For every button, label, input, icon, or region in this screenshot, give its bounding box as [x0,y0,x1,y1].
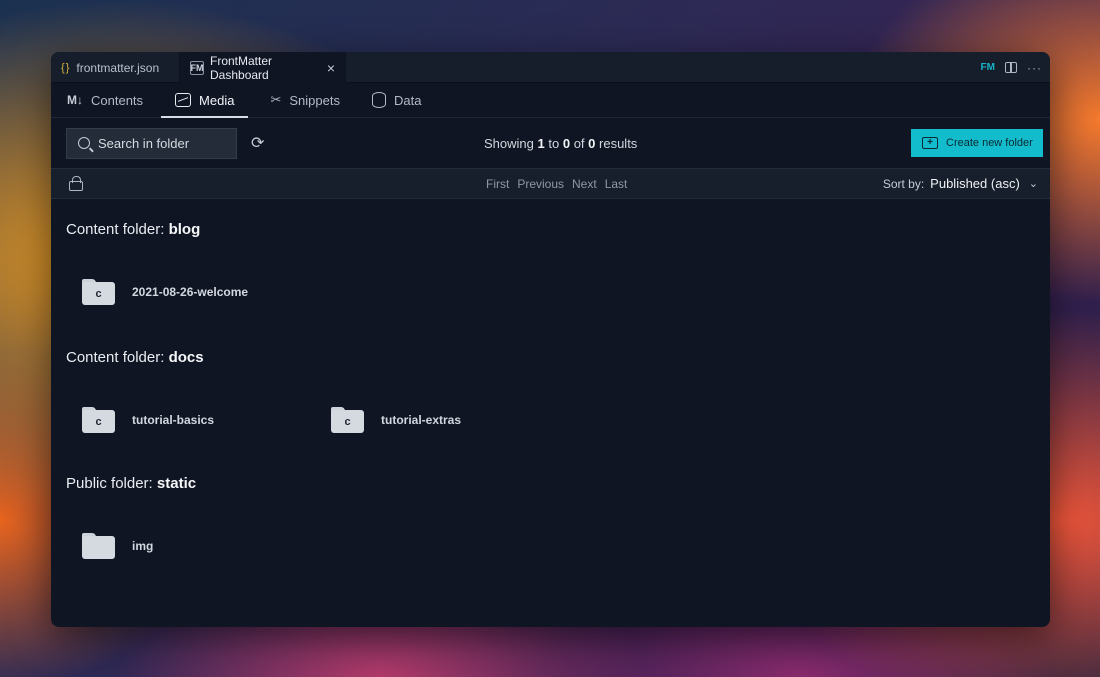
pager-first[interactable]: First [486,177,509,191]
nav-media[interactable]: Media [161,83,249,118]
close-icon[interactable]: × [327,60,335,76]
folder-row-static: img [66,511,1050,581]
folder-letter: c [331,410,364,433]
folder-name: tutorial-basics [132,413,215,427]
pager-last[interactable]: Last [605,177,628,191]
folder-item[interactable]: c 2021-08-26-welcome [66,279,315,305]
editor-tab-strip: { } frontmatter.json FM FrontMatter Dash… [51,52,1050,83]
folder-name: 2021-08-26-welcome [132,285,249,299]
section-title-static: Public folder: static [66,475,1050,495]
content-folder-icon: c [82,279,115,305]
folder-letter: c [82,282,115,305]
more-actions-icon[interactable]: ··· [1027,61,1042,75]
pager-previous[interactable]: Previous [517,177,564,191]
pager-next[interactable]: Next [572,177,597,191]
scissors-icon: ✂ [270,92,282,107]
nav-snippets[interactable]: ✂ Snippets [268,83,352,117]
split-editor-icon[interactable] [1005,62,1017,73]
folder-list: Content folder: blog c 2021-08-26-welcom… [51,199,1050,581]
create-new-folder-button[interactable]: + Create new folder [911,129,1043,157]
section-name: blog [168,221,201,238]
folder-letter [82,536,115,559]
sort-dropdown[interactable]: Sort by: Published (asc) ⌄ [883,176,1038,191]
frontmatter-window: { } frontmatter.json FM FrontMatter Dash… [51,52,1050,627]
folder-item[interactable]: c tutorial-basics [66,407,315,433]
nav-label: Snippets [289,92,340,108]
search-input[interactable] [98,135,228,151]
pagination-bar: First Previous Next Last Sort by: Publis… [51,168,1050,199]
section-prefix: Public folder: [66,475,153,492]
section-prefix: Content folder: [66,349,165,366]
nav-label: Media [199,92,235,108]
nav-label: Contents [91,92,144,108]
editor-actions: FM ··· [981,52,1042,83]
image-icon [175,93,192,107]
media-toolbar: ⟳ Showing 1 to 0 of 0 results + Create n… [51,118,1050,168]
database-icon [371,92,386,108]
chevron-down-icon: ⌄ [1028,178,1038,190]
folder-letter: c [82,410,115,433]
results-summary: Showing 1 to 0 of 0 results [484,136,637,151]
pager: First Previous Next Last [486,177,627,191]
json-file-icon: { } [61,61,69,74]
sort-label: Sort by: [882,176,925,191]
content-folder-icon: c [82,407,115,433]
tab-label: frontmatter.json [76,60,160,75]
folder-icon [82,533,115,559]
folder-item[interactable]: c tutorial-extras [315,407,564,433]
markdown-icon: M↓ [67,93,83,107]
create-button-label: Create new folder [946,137,1033,149]
folder-item[interactable]: img [66,533,315,559]
results-from: 1 [537,135,545,151]
sort-value: Published (asc) [930,176,1020,191]
folder-plus-icon: + [922,137,938,149]
section-title-docs: Content folder: docs [66,349,1050,369]
refresh-icon[interactable]: ⟳ [251,133,264,153]
frontmatter-logo-icon: FM [190,60,204,75]
folder-row-blog: c 2021-08-26-welcome [66,257,1050,327]
results-of-word: of [573,135,585,151]
results-prefix: Showing [484,135,534,151]
frontmatter-badge-icon[interactable]: FM [981,62,995,73]
nav-data[interactable]: Data [370,83,433,117]
results-suffix: results [599,135,638,151]
results-to-word: to [548,135,560,151]
section-title-blog: Content folder: blog [66,221,1050,241]
lock-icon[interactable] [69,175,83,191]
tab-frontmatter-json[interactable]: { } frontmatter.json [51,52,180,83]
section-prefix: Content folder: [66,221,165,238]
results-total: 0 [588,135,596,151]
search-icon [78,137,90,149]
section-name: docs [168,349,204,366]
folder-name: img [132,539,154,553]
nav-contents[interactable]: M↓ Contents [65,83,155,117]
tab-label: FrontMatter Dashboard [210,53,273,82]
tab-frontmatter-dashboard[interactable]: FM FrontMatter Dashboard × [180,52,346,83]
search-box[interactable] [66,127,237,159]
nav-label: Data [393,92,422,108]
dashboard-nav: M↓ Contents Media ✂ Snippets Data [51,83,1050,118]
results-to: 0 [562,135,571,151]
folder-name: tutorial-extras [381,413,462,427]
content-folder-icon: c [331,407,364,433]
folder-row-docs: c tutorial-basics c tutorial-extras [66,385,1050,455]
section-name: static [156,475,197,492]
